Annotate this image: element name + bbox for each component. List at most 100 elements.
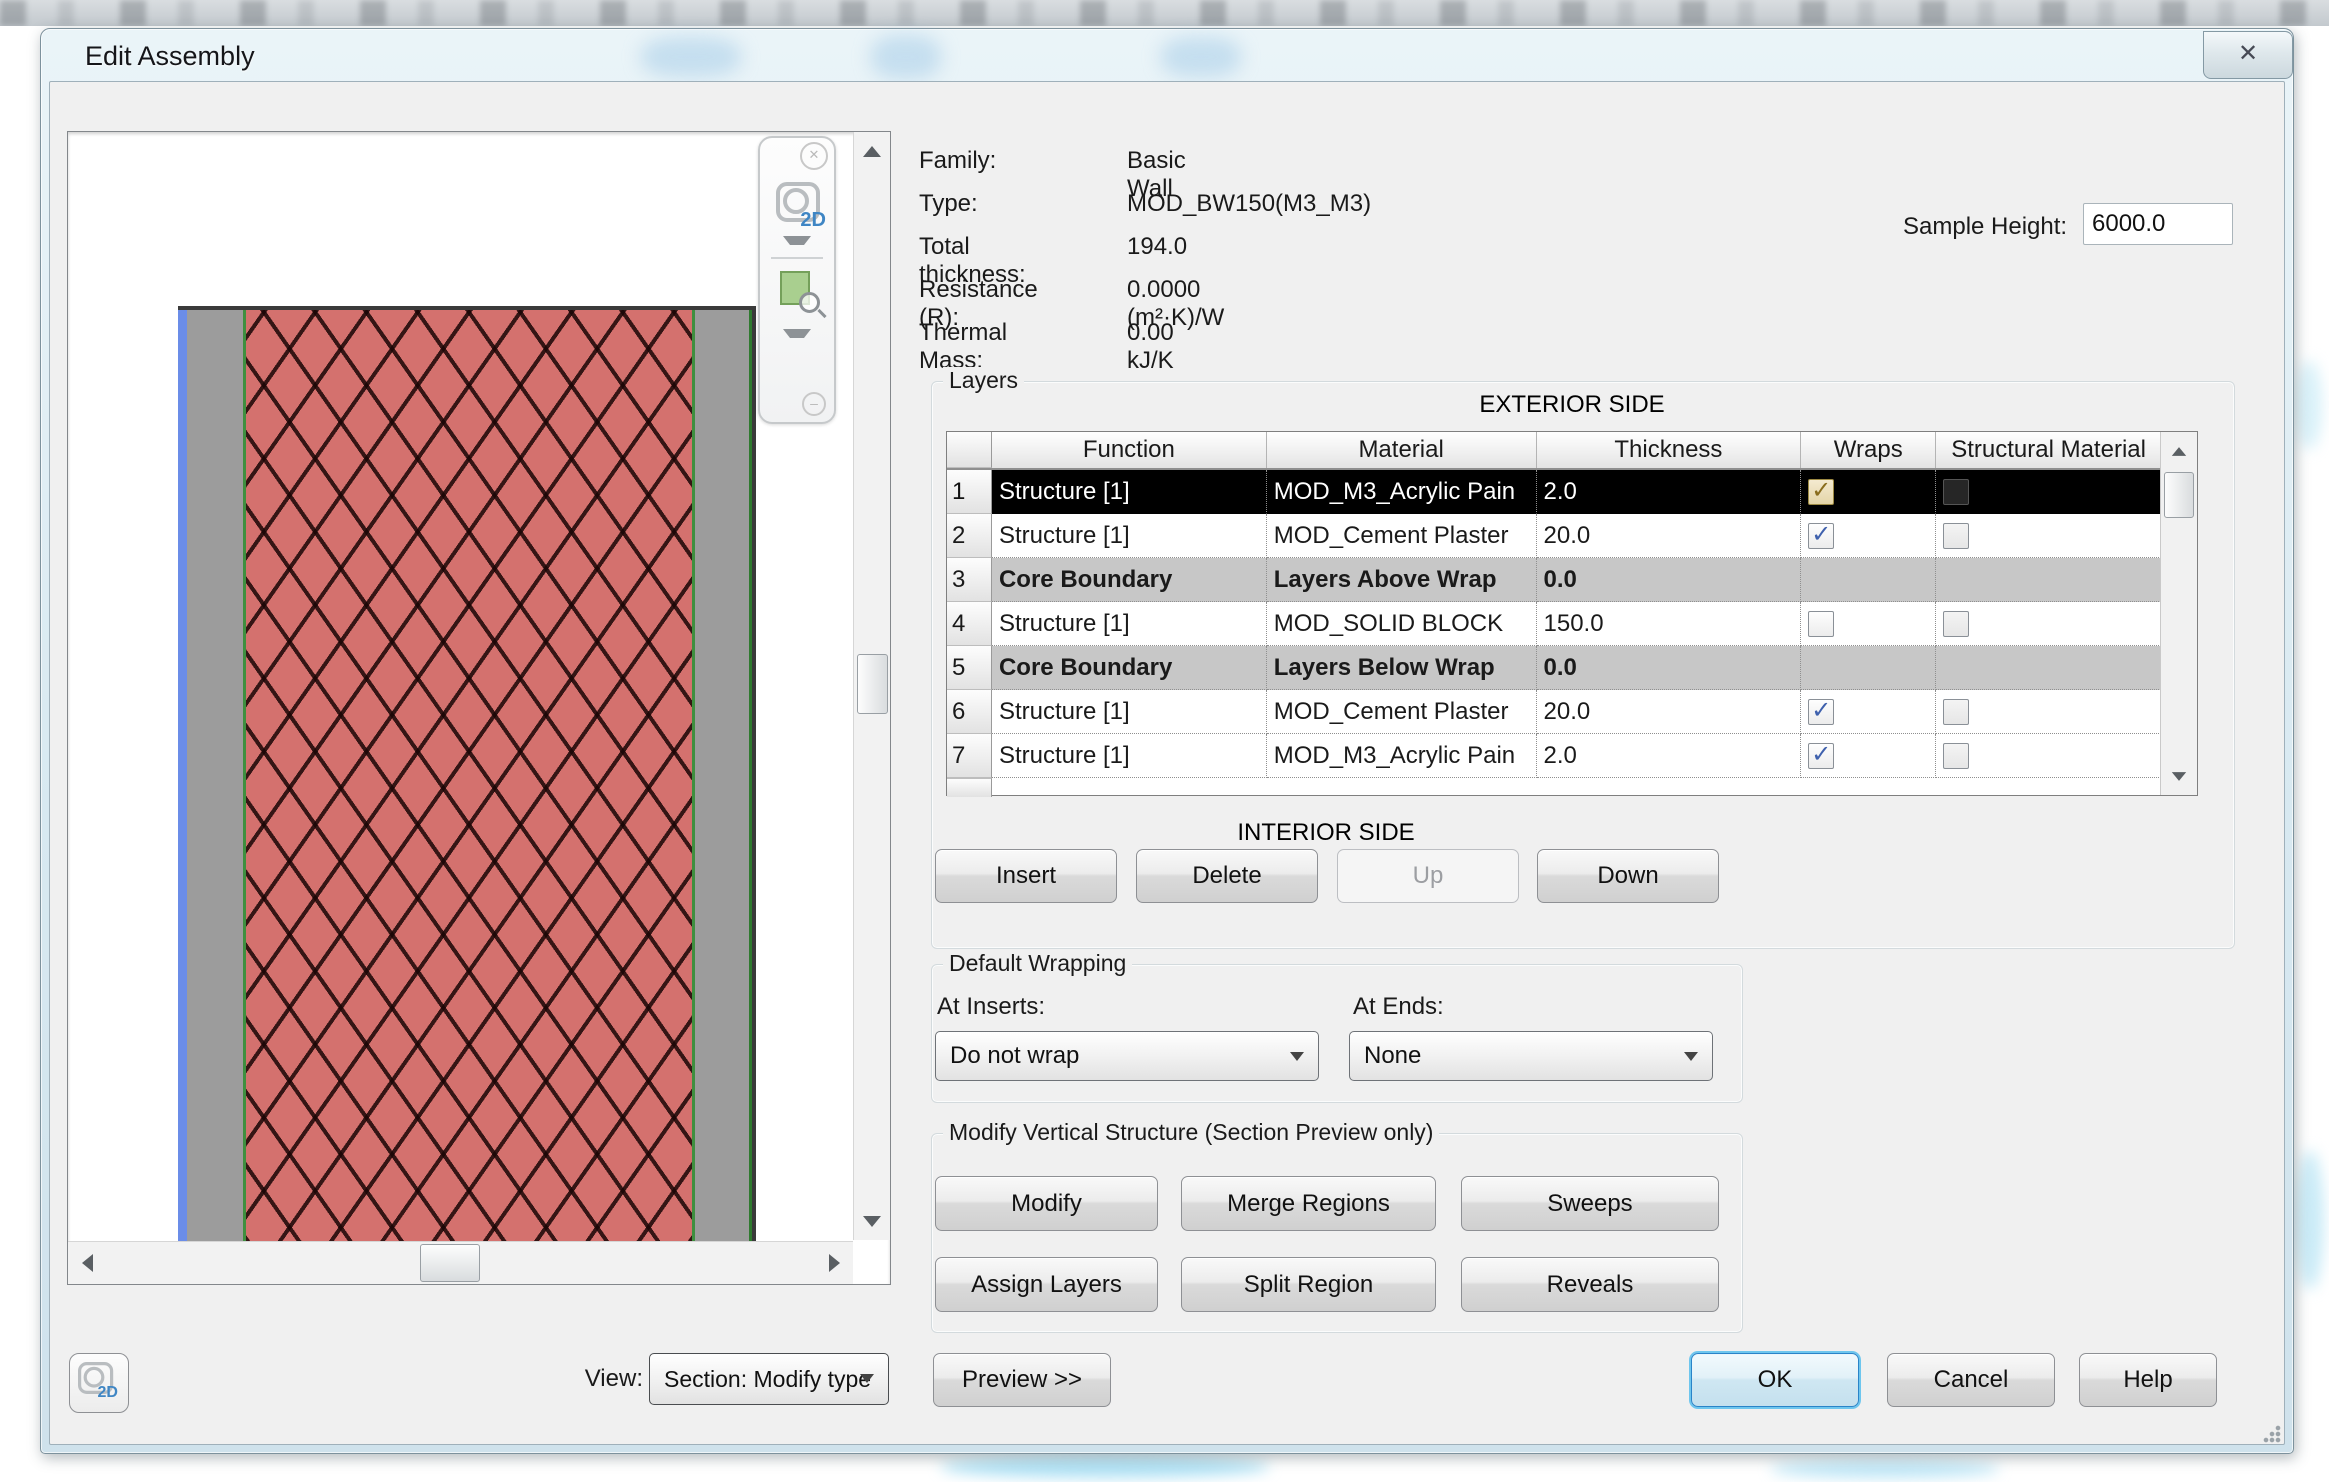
- scroll-down-button[interactable]: [854, 1202, 890, 1240]
- close-icon: ✕: [2238, 40, 2258, 67]
- family-label: Family:: [919, 147, 996, 175]
- table-vertical-scrollbar[interactable]: [2160, 432, 2197, 795]
- preview-nav-toolbar: ✕ 2D –: [758, 136, 836, 424]
- split-region-button[interactable]: Split Region: [1181, 1257, 1436, 1312]
- sample-height-input[interactable]: [2083, 203, 2233, 245]
- background-blur-blob: [2296, 1150, 2324, 1290]
- wall-layer-plaster-left: [187, 310, 243, 1242]
- layer-row-6[interactable]: 6 Structure [1] MOD_Cement Plaster 20.0: [947, 690, 2161, 734]
- at-ends-label: At Ends:: [1353, 993, 1444, 1021]
- up-button[interactable]: Up: [1337, 849, 1519, 903]
- merge-regions-button[interactable]: Merge Regions: [1181, 1176, 1436, 1231]
- resize-grip[interactable]: [2263, 1425, 2281, 1443]
- thermal-mass-value: 0.00 kJ/K: [1127, 319, 1174, 375]
- layers-table: Function Material Thickness Wraps Struct…: [946, 431, 2198, 796]
- section-preview-panel[interactable]: ✕ 2D –: [67, 131, 891, 1285]
- layer-row-5-core-boundary[interactable]: 5 Core Boundary Layers Below Wrap 0.0: [947, 646, 2161, 690]
- layer-row-2[interactable]: 2 Structure [1] MOD_Cement Plaster 20.0: [947, 514, 2161, 558]
- type-value: MOD_BW150(M3_M3): [1127, 190, 1371, 218]
- structural-checkbox[interactable]: [1943, 479, 1969, 505]
- view-dropdown[interactable]: Section: Modify type: [649, 1353, 889, 1405]
- toolbar-divider: [771, 257, 823, 259]
- scroll-thumb[interactable]: [2164, 472, 2194, 518]
- column-header-structural[interactable]: Structural Material: [1936, 432, 2161, 468]
- modify-button[interactable]: Modify: [935, 1176, 1158, 1231]
- structural-checkbox[interactable]: [1943, 611, 1969, 637]
- zoom-region-icon[interactable]: [780, 271, 814, 307]
- ok-button[interactable]: OK: [1691, 1353, 1859, 1407]
- steering-wheel-2d-icon: 2D: [78, 1362, 112, 1392]
- column-header-material[interactable]: Material: [1267, 432, 1537, 468]
- wall-layer-solid-block: [246, 310, 692, 1242]
- scroll-left-button[interactable]: [68, 1242, 106, 1284]
- scroll-up-button[interactable]: [854, 132, 890, 170]
- insert-button[interactable]: Insert: [935, 849, 1117, 903]
- scroll-up-button[interactable]: [2161, 434, 2196, 468]
- cancel-button[interactable]: Cancel: [1887, 1353, 2055, 1407]
- assign-layers-button[interactable]: Assign Layers: [935, 1257, 1158, 1312]
- nav-close-icon[interactable]: ✕: [800, 142, 828, 170]
- wraps-checkbox[interactable]: [1808, 523, 1834, 549]
- chevron-down-icon: [860, 1374, 874, 1383]
- structural-checkbox[interactable]: [1943, 523, 1969, 549]
- sweeps-button[interactable]: Sweeps: [1461, 1176, 1719, 1231]
- preview-horizontal-scrollbar[interactable]: [68, 1241, 853, 1284]
- background-blur-blob: [1770, 1460, 2000, 1478]
- wall-layer-plaster-right: [695, 310, 749, 1242]
- background-blur-blob: [940, 1456, 1270, 1478]
- total-thickness-value: 194.0: [1127, 233, 1187, 261]
- dialog-title: Edit Assembly: [85, 41, 255, 72]
- at-ends-dropdown[interactable]: None: [1349, 1031, 1713, 1081]
- column-header-wraps[interactable]: Wraps: [1801, 432, 1936, 468]
- chevron-down-icon: [1290, 1052, 1304, 1061]
- default-wrapping-label: Default Wrapping: [943, 950, 1132, 977]
- at-inserts-label: At Inserts:: [937, 993, 1045, 1021]
- layers-table-header: Function Material Thickness Wraps Struct…: [947, 432, 2161, 470]
- screen: Edit Assembly ✕ ✕ 2D: [0, 0, 2329, 1482]
- delete-button[interactable]: Delete: [1136, 849, 1318, 903]
- ribbon-blur: [0, 0, 2329, 26]
- scroll-down-button[interactable]: [2161, 759, 2196, 793]
- layer-row-1[interactable]: 1 Structure [1] MOD_M3_Acrylic Pain 2.0: [947, 470, 2161, 514]
- empty-row-stub: [947, 778, 992, 797]
- wall-layer-membrane: [178, 310, 187, 1242]
- wraps-checkbox[interactable]: [1808, 479, 1834, 505]
- preview-vertical-scrollbar[interactable]: [853, 132, 890, 1240]
- structural-checkbox[interactable]: [1943, 743, 1969, 769]
- modify-vertical-label: Modify Vertical Structure (Section Previ…: [943, 1119, 1439, 1146]
- wheel-dropdown-icon[interactable]: [783, 236, 811, 245]
- sample-height-label: Sample Height:: [1903, 213, 2067, 241]
- reveals-button[interactable]: Reveals: [1461, 1257, 1719, 1312]
- background-app-ribbon: [0, 0, 2329, 26]
- layer-row-7[interactable]: 7 Structure [1] MOD_M3_Acrylic Pain 2.0: [947, 734, 2161, 778]
- down-button[interactable]: Down: [1537, 849, 1719, 903]
- type-label: Type:: [919, 190, 978, 218]
- chevron-down-icon: [1684, 1052, 1698, 1061]
- toolbar-collapse-icon[interactable]: –: [802, 392, 826, 416]
- wraps-checkbox[interactable]: [1808, 743, 1834, 769]
- structural-checkbox[interactable]: [1943, 699, 1969, 725]
- preview-toggle-button[interactable]: Preview >>: [933, 1353, 1111, 1407]
- column-header-function[interactable]: Function: [992, 432, 1267, 468]
- wraps-checkbox[interactable]: [1808, 699, 1834, 725]
- scroll-thumb[interactable]: [420, 1244, 480, 1282]
- zoom-dropdown-icon[interactable]: [783, 329, 811, 338]
- at-inserts-dropdown[interactable]: Do not wrap: [935, 1031, 1319, 1081]
- scroll-right-button[interactable]: [815, 1242, 853, 1284]
- close-button[interactable]: ✕: [2203, 31, 2293, 79]
- scroll-thumb[interactable]: [857, 654, 888, 714]
- column-header-thickness[interactable]: Thickness: [1537, 432, 1802, 468]
- layer-row-3-core-boundary[interactable]: 3 Core Boundary Layers Above Wrap 0.0: [947, 558, 2161, 602]
- preview-2d-button[interactable]: 2D: [69, 1353, 129, 1413]
- edit-assembly-dialog: Edit Assembly ✕ ✕ 2D: [40, 28, 2294, 1454]
- glass-reflection: [1161, 37, 1241, 77]
- steering-wheel-2d-icon[interactable]: 2D: [776, 182, 818, 220]
- glass-reflection: [871, 35, 941, 79]
- help-button[interactable]: Help: [2079, 1353, 2217, 1407]
- view-label: View:: [581, 1365, 643, 1393]
- interior-side-label: INTERIOR SIDE: [946, 819, 1706, 847]
- 2d-label: 2D: [800, 209, 826, 232]
- wall-layer-edge: [752, 310, 756, 1242]
- layer-row-4[interactable]: 4 Structure [1] MOD_SOLID BLOCK 150.0: [947, 602, 2161, 646]
- wraps-checkbox[interactable]: [1808, 611, 1834, 637]
